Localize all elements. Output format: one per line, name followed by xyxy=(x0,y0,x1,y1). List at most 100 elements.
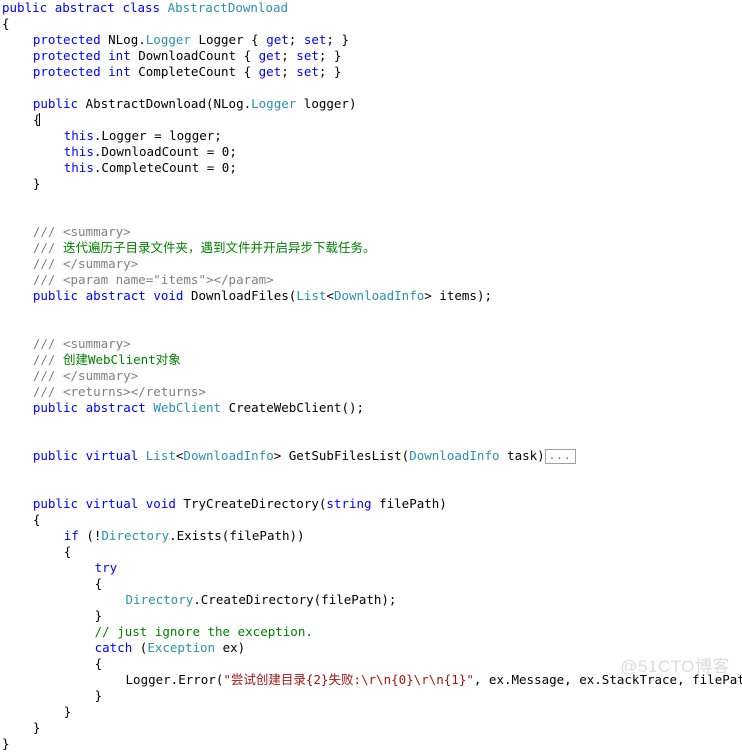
token-cmt: 迭代遍历子目录文件夹，遇到文件并开启异步下载任务。 xyxy=(62,240,376,255)
watermark-label: @51CTO博客 xyxy=(620,657,730,676)
code-line: } xyxy=(0,704,742,720)
code-line: /// </summary> xyxy=(0,256,742,272)
token-pln: ; xyxy=(281,48,297,63)
token-doc: /// <summary> xyxy=(32,224,131,239)
token-pln: logger) xyxy=(296,96,357,111)
token-pln: } xyxy=(2,736,10,751)
token-typ: Logger xyxy=(145,32,191,47)
token-pln xyxy=(160,0,168,15)
token-pln: ; } xyxy=(326,32,349,47)
token-kw: public xyxy=(32,448,79,463)
code-line: protected int CompleteCount { get; set; … xyxy=(0,64,742,80)
code-line: /// 创建WebClient对象 xyxy=(0,352,742,368)
token-kw: int xyxy=(108,48,131,63)
token-kw: this xyxy=(63,144,94,159)
token-kw: abstract xyxy=(85,288,146,303)
token-pln: < xyxy=(326,288,334,303)
token-pln: { xyxy=(94,576,103,591)
code-line: public AbstractDownload(NLog.Logger logg… xyxy=(0,96,742,112)
token-pln: } xyxy=(32,720,41,735)
token-pln: ; xyxy=(288,32,304,47)
code-line: { xyxy=(0,512,742,528)
token-kw: virtual xyxy=(85,448,139,463)
token-kw: set xyxy=(303,32,327,47)
token-kw: set xyxy=(296,64,319,79)
token-typ: WebClient xyxy=(153,400,222,415)
token-kw: get xyxy=(258,64,282,79)
code-line: public abstract class AbstractDownload xyxy=(0,0,742,16)
code-line: public virtual void TryCreateDirectory(s… xyxy=(0,496,742,512)
token-pln: } xyxy=(94,688,103,703)
code-line: { xyxy=(0,16,742,32)
token-pln: Logger { xyxy=(190,32,267,47)
token-kw: get xyxy=(258,48,282,63)
token-kw: public xyxy=(2,0,48,15)
token-doc: /// xyxy=(32,240,63,255)
token-pln xyxy=(101,48,109,63)
code-line: } xyxy=(0,176,742,192)
token-pln xyxy=(78,496,86,511)
token-typ: List xyxy=(145,448,176,463)
token-kw: protected xyxy=(32,64,101,79)
token-pln: CreateWebClient(); xyxy=(221,400,365,415)
collapsed-region-box[interactable]: ... xyxy=(544,449,576,464)
code-line: /// <param name="items"></param> xyxy=(0,272,742,288)
code-line: /// <summary> xyxy=(0,336,742,352)
token-pln: { xyxy=(63,544,72,559)
code-line: Directory.CreateDirectory(filePath); xyxy=(0,592,742,608)
token-pln: TryCreateDirectory( xyxy=(175,496,327,511)
token-typ: Exception xyxy=(147,640,216,655)
code-line: /// <returns></returns> xyxy=(0,384,742,400)
code-line: /// <summary> xyxy=(0,224,742,240)
token-doc: /// <returns></returns> xyxy=(32,384,206,399)
token-kw: get xyxy=(266,32,289,47)
token-pln: ; xyxy=(281,64,297,79)
code-line: { xyxy=(0,112,742,128)
code-line: } xyxy=(0,688,742,704)
token-pln: > GetSubFilesList( xyxy=(273,448,410,463)
token-typ: DownloadInfo xyxy=(183,448,274,463)
token-kw: protected xyxy=(32,32,101,47)
token-pln: .CompleteCount = 0; xyxy=(93,160,237,175)
token-pln: .Exists(filePath)) xyxy=(169,528,305,543)
code-editor-pane[interactable]: public abstract class AbstractDownload{p… xyxy=(0,0,742,751)
token-typ: DownloadInfo xyxy=(409,448,500,463)
code-line: } xyxy=(0,720,742,736)
token-doc: /// </summary> xyxy=(32,368,139,383)
token-kw: abstract xyxy=(85,400,146,415)
token-pln: .Logger = logger; xyxy=(93,128,222,143)
code-line: /// </summary> xyxy=(0,368,742,384)
token-pln: } xyxy=(94,608,103,623)
token-pln: } xyxy=(63,704,72,719)
token-kw: public xyxy=(32,400,79,415)
code-line: } xyxy=(0,736,742,752)
token-kw: set xyxy=(296,48,319,63)
token-kw: this xyxy=(63,128,94,143)
token-pln: { xyxy=(2,16,10,31)
token-pln xyxy=(101,64,109,79)
token-kw: public xyxy=(32,96,79,111)
code-line: // just ignore the exception. xyxy=(0,624,742,640)
token-pln: (! xyxy=(78,528,102,543)
token-pln: { xyxy=(32,512,41,527)
code-line: try xyxy=(0,560,742,576)
token-pln: { xyxy=(94,656,103,671)
code-line: this.CompleteCount = 0; xyxy=(0,160,742,176)
token-pln xyxy=(78,288,86,303)
token-pln: NLog. xyxy=(100,32,146,47)
token-pln: .DownloadCount = 0; xyxy=(93,144,237,159)
token-kw: try xyxy=(94,560,118,575)
code-line: public virtual List<DownloadInfo> GetSub… xyxy=(0,448,742,464)
token-typ: Directory xyxy=(101,528,170,543)
token-pln: task) xyxy=(499,448,545,463)
code-line: this.Logger = logger; xyxy=(0,128,742,144)
token-kw: void xyxy=(145,496,176,511)
token-doc: /// xyxy=(32,352,63,367)
token-pln xyxy=(78,400,86,415)
token-typ: List xyxy=(296,288,327,303)
